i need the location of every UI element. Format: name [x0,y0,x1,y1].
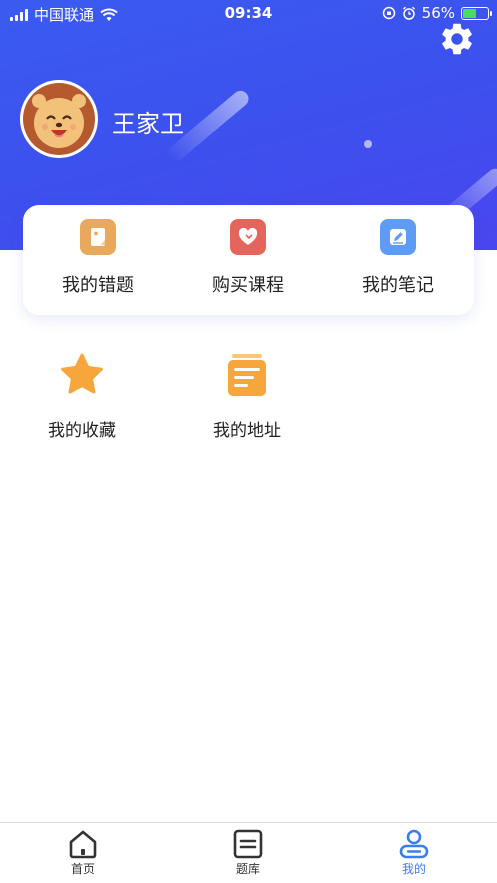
tab-home[interactable]: 首页 [33,829,133,877]
star-icon [61,353,103,394]
bottom-tab-bar: 首页 题库 我的 [0,822,497,883]
buy-courses-button[interactable]: 购买课程 [173,219,323,297]
tab-question-bank-label: 题库 [235,862,260,876]
status-bar: 中国联通 09:34 56% [0,0,497,26]
buy-courses-label: 购买课程 [212,275,284,296]
alarm-icon [402,6,415,20]
orientation-lock-icon [382,6,395,20]
note-edit-icon [380,219,416,255]
list-doc-icon [228,354,266,396]
wrong-questions-label: 我的错题 [62,275,134,296]
tab-home-label: 首页 [70,862,95,876]
feature-card: 我的错题 购买课程 我的笔记 [23,205,474,315]
wrong-questions-button[interactable]: 我的错题 [23,219,173,297]
my-address-label: 我的地址 [213,421,281,441]
tab-mine[interactable]: 我的 [364,829,464,877]
my-favorites-label: 我的收藏 [48,421,116,441]
lion-avatar-icon [23,83,95,155]
home-icon [69,830,97,859]
heart-icon [230,219,266,255]
tab-mine-label: 我的 [401,862,426,876]
question-bank-icon [233,829,263,859]
username: 王家卫 [112,110,184,138]
wrong-questions-icon [80,219,116,255]
my-notes-button[interactable]: 我的笔记 [323,219,473,297]
avatar[interactable] [20,80,98,158]
my-favorites-button[interactable]: 我的收藏 [27,352,137,441]
my-address-button[interactable]: 我的地址 [192,352,302,441]
decorative-dot [364,140,372,148]
tab-question-bank[interactable]: 题库 [198,829,298,877]
my-notes-label: 我的笔记 [362,275,434,296]
battery-icon [461,6,492,20]
settings-gear-icon[interactable] [438,20,476,58]
profile-icon [399,829,429,859]
